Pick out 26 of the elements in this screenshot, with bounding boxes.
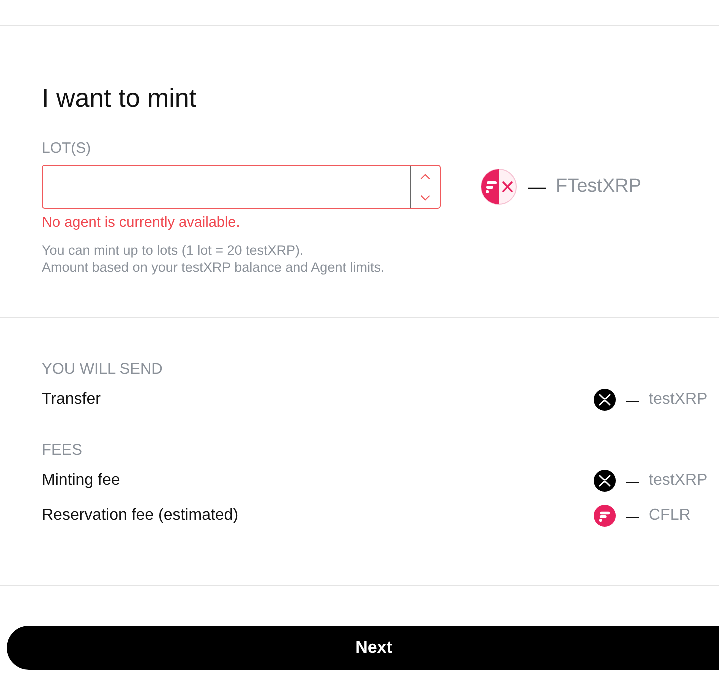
error-message: No agent is currently available. [42, 214, 242, 232]
x-coin-icon [594, 389, 616, 411]
token-split-icon [481, 169, 517, 205]
section-heading: YOU WILL SEND [42, 360, 164, 380]
amount-value: — [528, 176, 546, 198]
lots-number-field[interactable] [42, 165, 441, 209]
next-button[interactable]: Next [7, 626, 719, 670]
token-symbol: CFLR [649, 507, 692, 525]
field-label: LOT(S) [42, 139, 92, 159]
section-heading: FEES [42, 441, 84, 461]
x-coin-icon [594, 470, 616, 492]
token-symbol: testXRP [649, 391, 709, 409]
amount-value: — [626, 474, 639, 488]
row-label: Transfer [42, 391, 102, 409]
amount-value: — [626, 508, 639, 524]
caret-up-icon [420, 174, 431, 180]
token-symbol: FTestXRP [556, 176, 642, 198]
caret-down-icon [420, 194, 431, 200]
help-text: You can mint up to lots (1 lot = 20 testXRP). [42, 242, 305, 259]
amount-value: — [626, 392, 639, 408]
form-title: I want to mint [42, 82, 198, 114]
token-symbol: testXRP [649, 472, 709, 490]
flare-coin-icon [594, 505, 616, 527]
row-label: Reservation fee (estimated) [42, 507, 240, 525]
help-text: Amount based on your testXRP balance and Agent limits. [42, 259, 386, 276]
row-label: Minting fee [42, 472, 122, 490]
